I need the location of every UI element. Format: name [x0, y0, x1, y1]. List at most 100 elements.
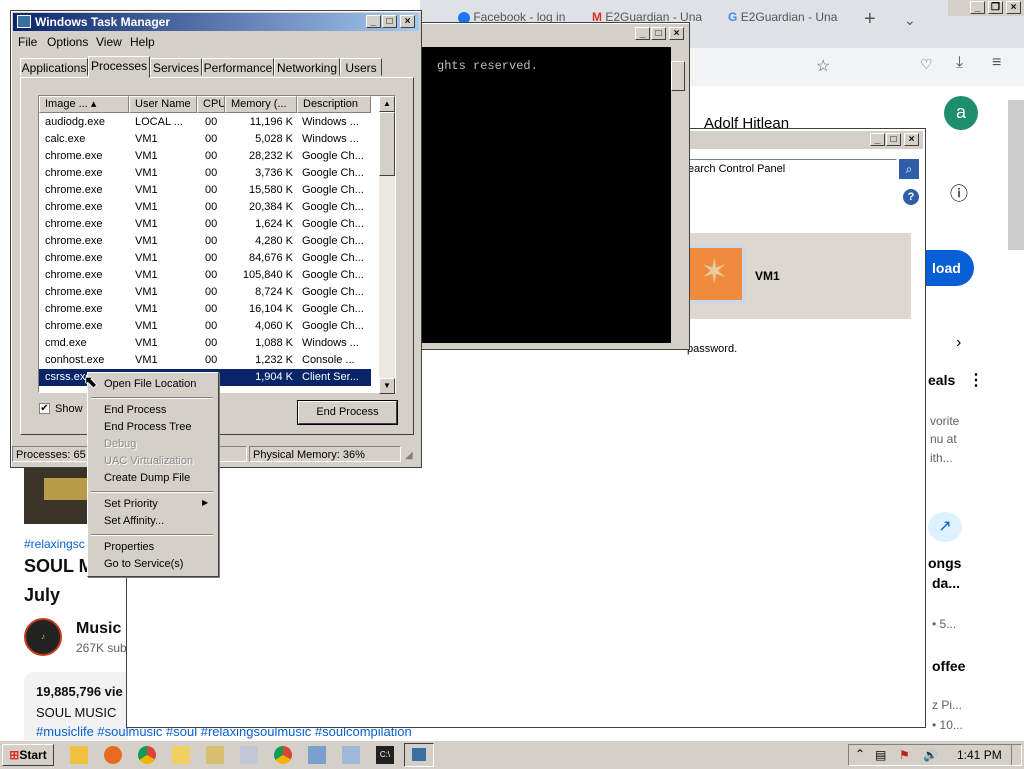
menu-set-affinity[interactable]: Set Affinity... — [104, 515, 164, 527]
task-manager-titlebar[interactable]: Windows Task Manager _ □ × — [13, 13, 419, 31]
channel-name[interactable]: Music — [76, 620, 121, 638]
calculator-icon[interactable] — [240, 746, 258, 764]
cmd-scroll-thumb[interactable] — [671, 61, 685, 91]
page-scrollbar[interactable] — [1008, 100, 1024, 250]
cmd-scrollbar[interactable] — [671, 47, 685, 343]
cmd-titlebar[interactable]: _ □ × — [415, 25, 687, 43]
start-button[interactable]: ⊞Start — [2, 744, 54, 766]
scroll-up-icon[interactable]: ▲ — [379, 96, 395, 112]
menu-help[interactable]: Help — [130, 35, 155, 49]
scroll-thumb[interactable] — [379, 112, 395, 176]
table-row[interactable]: conhost.exe VM1 00 1,232 K Console ... — [39, 352, 371, 369]
folder-icon[interactable] — [172, 746, 190, 764]
volume-icon[interactable]: 🔊 — [923, 748, 938, 762]
menu-set-priority[interactable]: Set Priority — [104, 498, 158, 510]
media-player-icon[interactable] — [70, 746, 88, 764]
tab-applications[interactable]: Applications — [20, 58, 88, 76]
close-icon[interactable]: × — [400, 15, 415, 28]
show-desktop-button[interactable] — [1011, 745, 1022, 765]
chrome-icon[interactable] — [274, 746, 292, 764]
close-icon[interactable]: × — [904, 133, 919, 146]
minimize-icon[interactable]: _ — [870, 133, 885, 146]
task-manager-taskbar-button[interactable] — [404, 743, 434, 767]
menu-open-file-location[interactable]: Open File Location — [104, 378, 196, 390]
column-user-name[interactable]: User Name — [129, 96, 197, 113]
browser-address-bar[interactable]: ☆ ♡ ⤓ ≡ — [690, 48, 1024, 86]
chrome-icon[interactable] — [138, 746, 156, 764]
tab-services[interactable]: Services — [150, 58, 202, 76]
help-icon[interactable]: ? — [903, 189, 919, 205]
clock[interactable]: 1:41 PM — [957, 748, 1002, 762]
download-button[interactable]: load — [918, 250, 974, 286]
maximize-icon[interactable]: □ — [886, 133, 901, 146]
tab-networking[interactable]: Networking — [274, 58, 340, 76]
resize-grip-icon[interactable]: ◢ — [405, 450, 413, 461]
network-icon[interactable] — [308, 746, 326, 764]
tab-processes[interactable]: Processes — [88, 56, 150, 78]
folder-icon[interactable] — [206, 746, 224, 764]
table-row[interactable]: chrome.exe VM1 00 16,104 K Google Ch... — [39, 301, 371, 318]
action-center-icon[interactable]: ⚑ — [899, 748, 910, 762]
table-row[interactable]: chrome.exe VM1 00 1,624 K Google Ch... — [39, 216, 371, 233]
table-row[interactable]: chrome.exe VM1 00 8,724 K Google Ch... — [39, 284, 371, 301]
table-row[interactable]: chrome.exe VM1 00 28,232 K Google Ch... — [39, 148, 371, 165]
browser-tab-e2guardian-2[interactable]: G E2Guardian - Una — [728, 10, 837, 36]
process-list-scrollbar[interactable]: ▲ ▼ — [379, 96, 395, 394]
table-row[interactable]: audiodg.exe LOCAL ... 00 11,196 K Windows ..… — [39, 114, 371, 131]
more-vert-icon[interactable]: ⋮ — [968, 370, 984, 390]
table-row[interactable]: chrome.exe VM1 00 105,840 K Google Ch... — [39, 267, 371, 284]
table-row[interactable]: chrome.exe VM1 00 4,060 K Google Ch... — [39, 318, 371, 335]
users-icon[interactable] — [342, 746, 360, 764]
menu-create-dump-file[interactable]: Create Dump File — [104, 472, 190, 484]
process-list[interactable]: Image ... ▴ User Name CPU Memory (... De… — [38, 95, 396, 394]
search-input[interactable]: earch Control Panel — [685, 159, 897, 179]
firefox-icon[interactable] — [104, 746, 122, 764]
table-row[interactable]: chrome.exe VM1 00 4,280 K Google Ch... — [39, 233, 371, 250]
avatar[interactable]: a — [944, 96, 978, 130]
video-hashtags[interactable]: #relaxingsc — [24, 537, 85, 551]
table-row[interactable]: chrome.exe VM1 00 15,580 K Google Ch... — [39, 182, 371, 199]
table-row[interactable]: chrome.exe VM1 00 3,736 K Google Ch... — [39, 165, 371, 182]
info-icon[interactable]: ⓘ — [942, 180, 976, 206]
menu-go-to-services[interactable]: Go to Service(s) — [104, 558, 183, 570]
user-name[interactable]: VM1 — [755, 269, 780, 283]
tab-performance[interactable]: Performance — [202, 58, 274, 76]
tab-list-chevron-icon[interactable]: ⌄ — [904, 12, 916, 38]
starfish-user-picture[interactable]: ✶ — [687, 245, 745, 303]
table-row[interactable]: chrome.exe VM1 00 84,676 K Google Ch... — [39, 250, 371, 267]
column-image-name[interactable]: Image ... ▴ — [39, 96, 129, 113]
network-tray-icon[interactable]: ▤ — [875, 748, 886, 762]
search-icon[interactable]: ⌕ — [899, 159, 919, 179]
scroll-down-icon[interactable]: ▼ — [379, 378, 395, 394]
close-icon[interactable]: × — [669, 27, 684, 40]
close-icon[interactable]: × — [1006, 1, 1021, 14]
tab-users[interactable]: Users — [340, 58, 382, 76]
menu-file[interactable]: File — [18, 35, 37, 49]
table-row[interactable]: chrome.exe VM1 00 20,384 K Google Ch... — [39, 199, 371, 216]
column-description[interactable]: Description — [297, 96, 371, 113]
column-cpu[interactable]: CPU — [197, 96, 225, 113]
download-icon[interactable]: ⤓ — [956, 54, 963, 72]
table-row[interactable]: cmd.exe VM1 00 1,088 K Windows ... — [39, 335, 371, 352]
new-tab-button[interactable]: + — [864, 8, 876, 34]
menu-end-process[interactable]: End Process — [104, 404, 166, 416]
chevron-right-icon[interactable]: › — [956, 334, 961, 352]
channel-avatar[interactable]: ♪ — [24, 618, 62, 656]
menu-properties[interactable]: Properties — [104, 541, 154, 553]
open-external-icon[interactable]: ↗ — [928, 512, 962, 542]
minimize-icon[interactable]: _ — [366, 15, 381, 28]
menu-options[interactable]: Options — [47, 35, 88, 49]
minimize-icon[interactable]: _ — [635, 27, 650, 40]
table-row[interactable]: calc.exe VM1 00 5,028 K Windows ... — [39, 131, 371, 148]
menu-view[interactable]: View — [96, 35, 122, 49]
cmd-console[interactable]: ghts reserved. — [421, 47, 671, 343]
end-process-button[interactable]: End Process — [297, 400, 398, 425]
bookmark-star-icon[interactable]: ☆ — [816, 56, 830, 76]
column-memory[interactable]: Memory (... — [225, 96, 297, 113]
minimize-icon[interactable]: _ — [970, 1, 985, 14]
menu-end-process-tree[interactable]: End Process Tree — [104, 421, 191, 433]
cmd-icon[interactable]: C:\ — [376, 746, 394, 764]
restore-icon[interactable]: ❐ — [988, 1, 1003, 14]
show-all-users-checkbox[interactable]: ✔ — [39, 403, 50, 414]
menu-icon[interactable]: ≡ — [992, 54, 1001, 72]
